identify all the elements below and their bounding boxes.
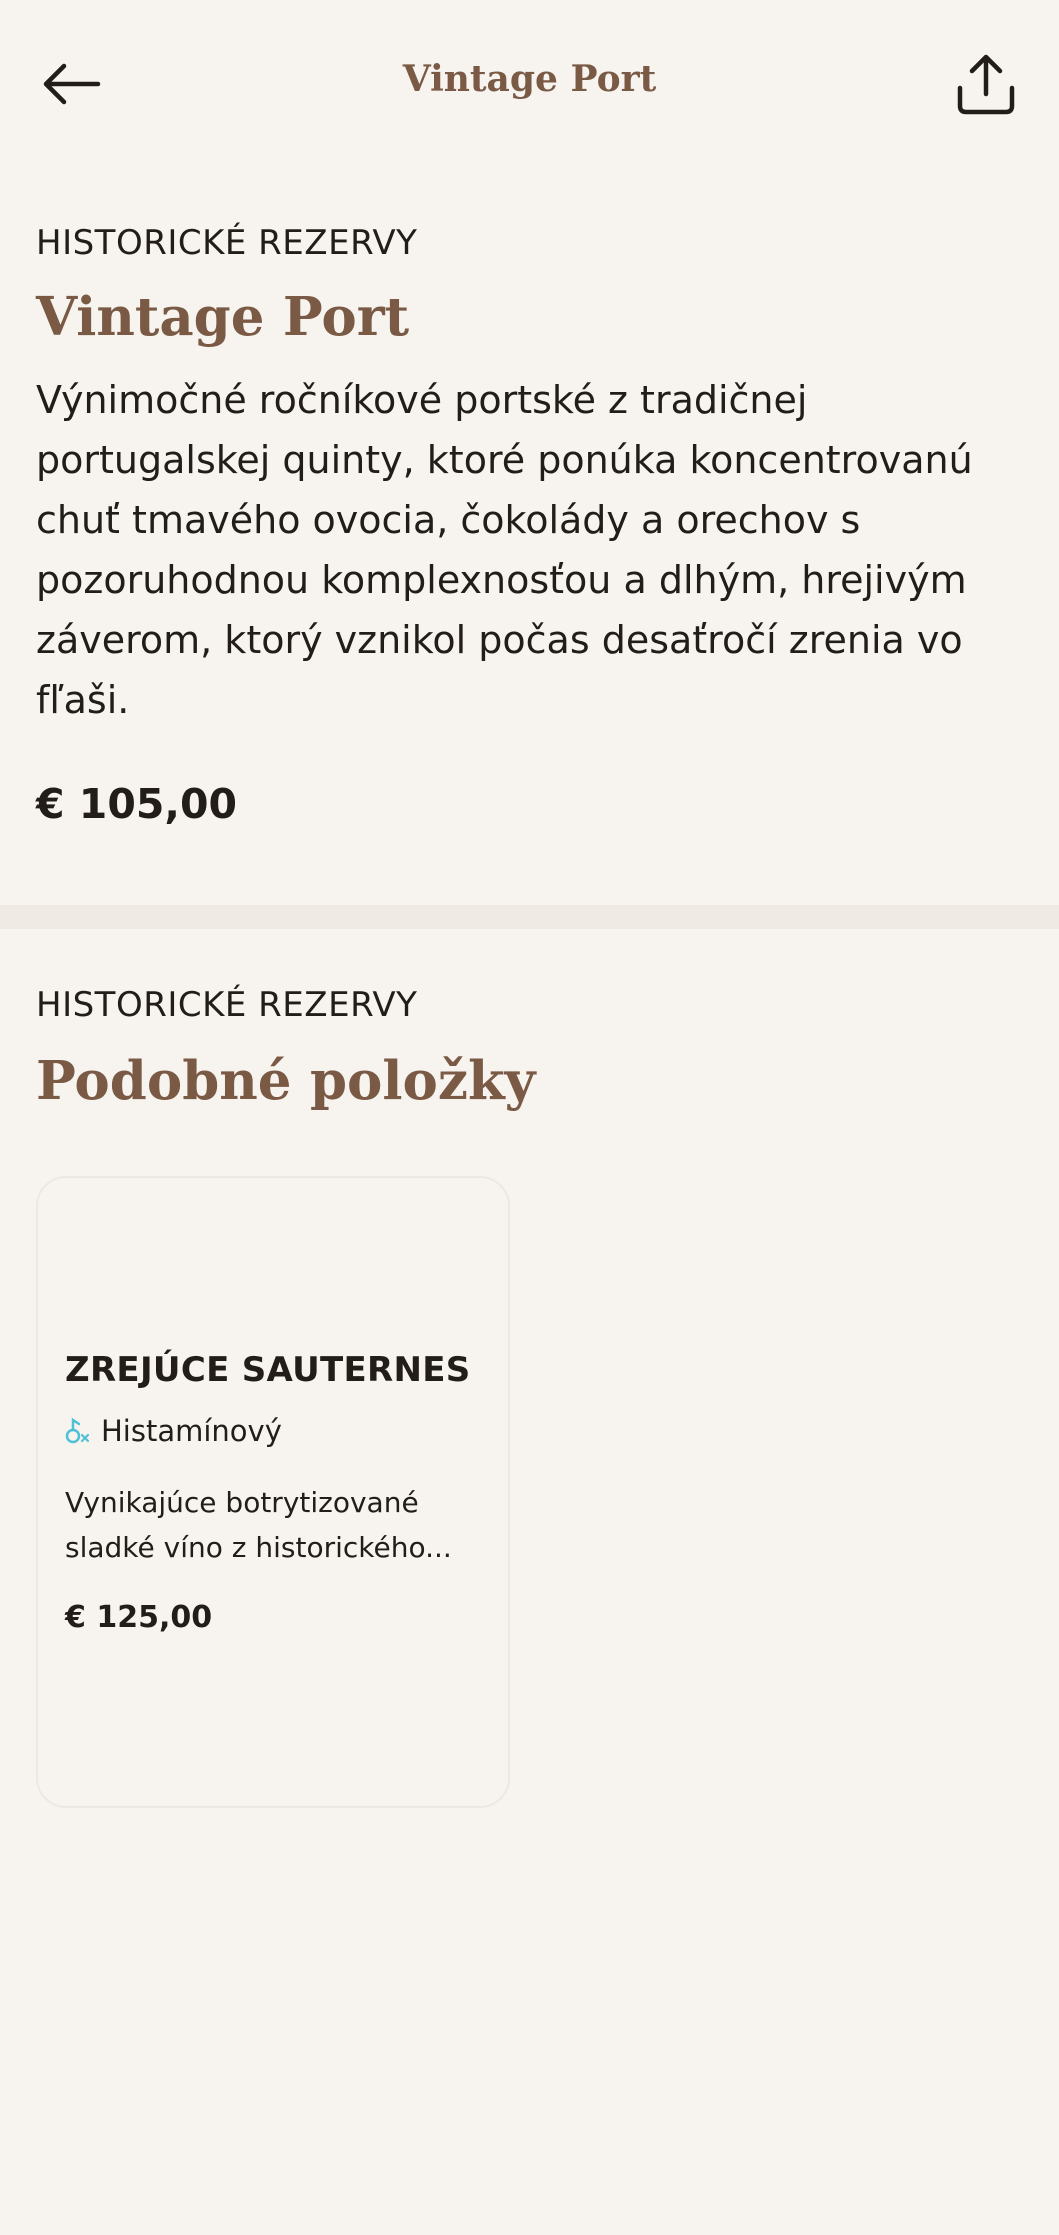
similar-item-tag: Histamínový: [65, 1414, 282, 1448]
similar-category: HISTORICKÉ REZERVY: [36, 985, 418, 1025]
similar-items-section: HISTORICKÉ REZERVY Podobné položky: [36, 988, 1026, 1110]
product-description: Výnimočné ročníkové portské z tradičnej …: [36, 378, 973, 723]
similar-item-description: Vynikajúce botrytizované sladké víno z h…: [65, 1486, 452, 1564]
share-button[interactable]: [948, 46, 1024, 122]
product-category: HISTORICKÉ REZERVY: [36, 223, 418, 263]
similar-item-tag-label: Histamínový: [101, 1414, 282, 1448]
nav-title: Vintage Port: [402, 58, 657, 100]
product-detail: HISTORICKÉ REZERVY Vintage Port Výnimočn…: [36, 226, 1026, 828]
product-price: € 105,00: [36, 780, 238, 829]
similar-item-price: € 125,00: [65, 1600, 213, 1635]
top-navigation-bar: Vintage Port: [0, 0, 1059, 170]
similar-heading: Podobné položky: [36, 1050, 536, 1112]
similar-item-name: ZREJÚCE SAUTERNES: [65, 1350, 471, 1390]
histamine-icon: [65, 1417, 90, 1444]
share-upload-icon: [957, 54, 1015, 115]
section-divider: [0, 905, 1059, 929]
product-name: Vintage Port: [36, 286, 410, 348]
similar-item-card[interactable]: ZREJÚCE SAUTERNES Histamínový Vynikajúce…: [36, 1176, 510, 1808]
